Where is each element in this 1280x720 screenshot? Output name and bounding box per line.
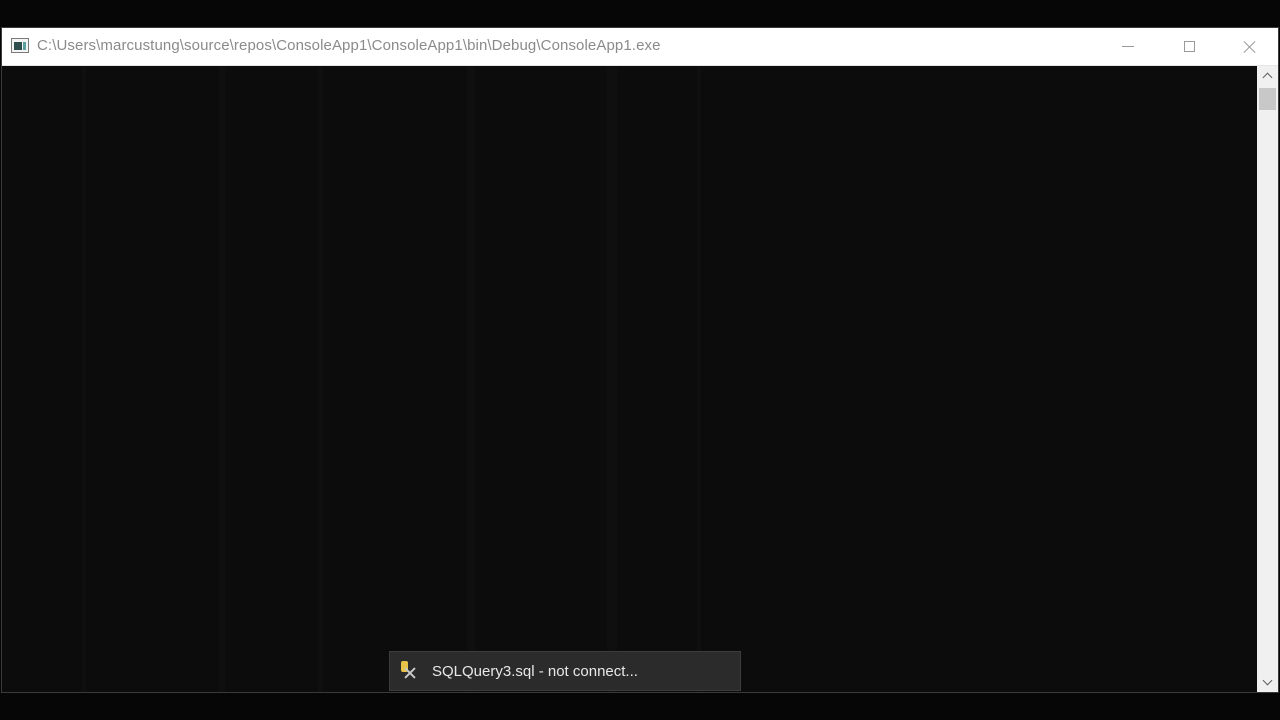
scroll-down-icon [1262,675,1273,686]
sql-query-tool-icon [400,660,422,682]
title-bar[interactable]: C:\Users\marcustung\source\repos\Console… [2,28,1278,66]
console-artifact [467,66,475,692]
desktop: C:\Users\marcustung\source\repos\Console… [0,0,1280,720]
maximize-button[interactable] [1160,28,1218,65]
console-icon-screen [14,42,22,50]
console-window: C:\Users\marcustung\source\repos\Console… [1,27,1279,693]
console-artifact [82,66,86,692]
close-icon [1243,40,1257,54]
scroll-up-icon [1262,72,1273,83]
scroll-up-button[interactable] [1257,66,1278,86]
console-output-area[interactable] [2,66,1257,692]
console-window-icon[interactable] [11,38,29,53]
console-artifact [219,66,225,692]
scrollbar-thumb[interactable] [1259,88,1276,110]
taskbar-preview-tooltip[interactable]: SQLQuery3.sql - not connect... [389,651,741,691]
maximize-icon [1183,41,1195,52]
close-button[interactable] [1221,28,1279,65]
console-artifact [607,66,617,692]
vertical-scrollbar[interactable] [1257,66,1278,692]
tooltip-label: SQLQuery3.sql - not connect... [432,662,638,680]
scroll-down-button[interactable] [1257,672,1278,692]
window-title: C:\Users\marcustung\source\repos\Console… [37,37,661,54]
minimize-icon [1122,46,1134,47]
console-artifact [318,66,323,692]
console-icon-accent [23,42,26,50]
minimize-button[interactable] [1099,28,1157,65]
console-artifact [697,66,701,692]
